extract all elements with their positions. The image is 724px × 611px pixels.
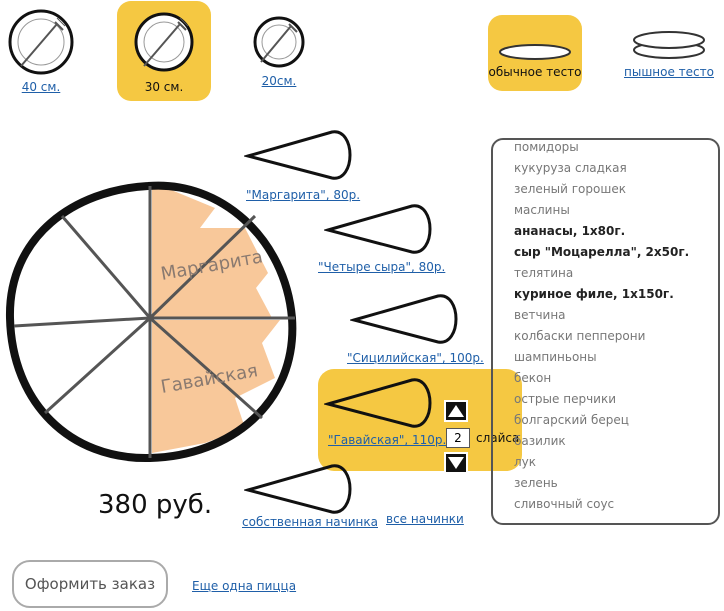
another-pizza-link[interactable]: Еще одна пицца xyxy=(192,579,296,593)
slot-sicilian-label[interactable]: "Сицилийская", 100р. xyxy=(347,351,484,365)
ingredient-item[interactable]: маслины xyxy=(514,203,689,224)
custom-slice-icon[interactable] xyxy=(244,462,356,516)
ingredient-item[interactable]: ананасы, 1х80г. xyxy=(514,224,689,245)
slice-slot-icon[interactable] xyxy=(324,202,436,256)
size-option-20[interactable]: 20см. xyxy=(246,14,312,88)
ingredients-list: помидоры кукуруза сладкая зеленый горошек м… xyxy=(514,140,689,518)
size-label-20[interactable]: 20см. xyxy=(246,74,312,88)
ingredient-item[interactable]: сливочный соус xyxy=(514,497,689,518)
ingredient-item[interactable]: бекон xyxy=(514,371,689,392)
slice-slot-icon[interactable] xyxy=(324,376,436,430)
ingredient-item[interactable]: острые перчики xyxy=(514,392,689,413)
ingredient-item[interactable]: помидоры xyxy=(514,140,689,161)
crust-label-regular: обычное тесто xyxy=(488,65,582,79)
increase-button[interactable] xyxy=(444,400,468,422)
decrease-button[interactable] xyxy=(444,452,468,474)
ingredients-panel[interactable]: помидоры кукуруза сладкая зеленый горошек м… xyxy=(491,138,720,525)
thick-dough-icon xyxy=(633,31,705,59)
dough-icon xyxy=(499,44,571,60)
slot-four-cheese-label[interactable]: "Четыре сыра", 80р. xyxy=(318,260,445,274)
slot-hawaiian-label[interactable]: "Гавайская", 110р. xyxy=(328,433,446,447)
ingredient-item[interactable]: колбаски пепперони xyxy=(514,329,689,350)
pizza-diagram: Маргарита Гавайская xyxy=(5,181,297,463)
ingredient-item[interactable]: зелень xyxy=(514,476,689,497)
ingredient-item[interactable]: зеленый горошек xyxy=(514,182,689,203)
custom-filling-link[interactable]: собственная начинка xyxy=(242,515,378,529)
checkout-button[interactable]: Оформить заказ xyxy=(12,560,168,608)
ingredient-item[interactable]: телятина xyxy=(514,266,689,287)
ingredient-item[interactable]: болгарский берец xyxy=(514,413,689,434)
plate-fork-icon xyxy=(253,16,305,68)
crust-option-fluffy[interactable]: пышное тесто xyxy=(622,28,716,79)
ingredient-item[interactable]: куриное филе, 1х150г. xyxy=(514,287,689,308)
slice-slot-icon[interactable] xyxy=(244,128,356,182)
ingredient-item[interactable]: сыр "Моцарелла", 2х50г. xyxy=(514,245,689,266)
plate-fork-icon xyxy=(134,12,194,72)
crust-label-fluffy[interactable]: пышное тесто xyxy=(622,65,716,79)
ingredient-item[interactable]: лук xyxy=(514,455,689,476)
arrow-down-icon xyxy=(448,457,464,469)
slice-slot-icon[interactable] xyxy=(350,292,462,346)
slot-margarita-label[interactable]: "Маргарита", 80р. xyxy=(246,188,360,202)
ingredient-item[interactable]: ветчина xyxy=(514,308,689,329)
size-label-40[interactable]: 40 см. xyxy=(0,80,82,94)
size-option-40[interactable]: 40 см. xyxy=(0,8,82,94)
ingredient-item[interactable]: базилик xyxy=(514,434,689,455)
ingredient-item[interactable]: шампиньоны xyxy=(514,350,689,371)
size-option-30[interactable]: 30 см. xyxy=(122,8,206,94)
size-label-30: 30 см. xyxy=(144,80,184,94)
arrow-up-icon xyxy=(448,405,464,417)
plate-fork-icon xyxy=(8,9,74,75)
slice-count-input[interactable] xyxy=(446,428,470,448)
all-fillings-link[interactable]: все начинки xyxy=(386,512,464,526)
ingredient-item[interactable]: кукуруза сладкая xyxy=(514,161,689,182)
crust-option-regular[interactable]: обычное тесто xyxy=(488,42,582,79)
total-price: 380 руб. xyxy=(98,490,213,520)
